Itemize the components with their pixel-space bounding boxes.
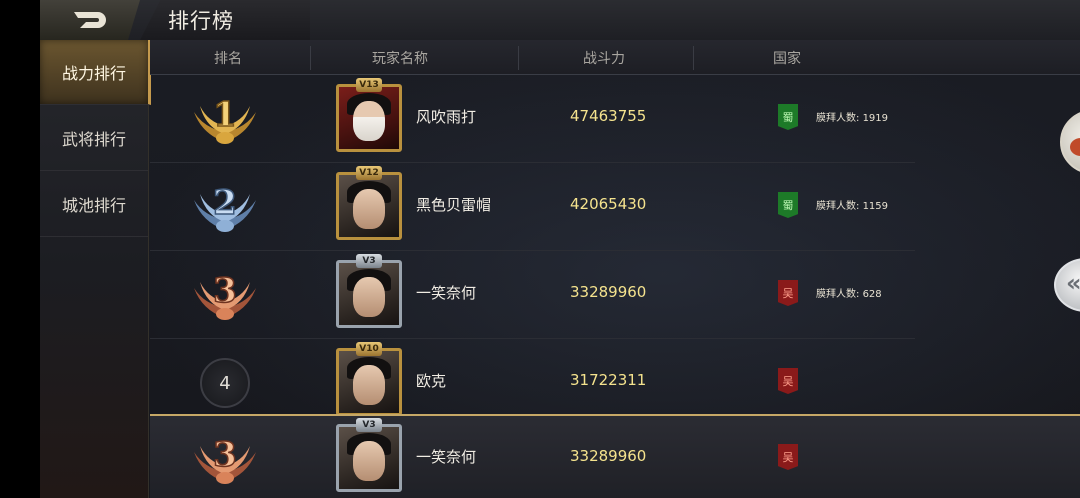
rank-number: 1 <box>213 95 237 135</box>
rank-number: 4 <box>200 358 250 408</box>
back-button[interactable] <box>40 0 140 40</box>
country-name: 吴 <box>782 451 794 464</box>
my-rank-row: 3 V3 一笑奈何 33289960 吴 <box>150 414 1080 498</box>
rank-number: 3 <box>213 271 237 311</box>
worship-count-value: 1159 <box>862 201 889 212</box>
rank-number: 2 <box>213 183 237 223</box>
table-row[interactable]: 2 V12 黑色贝雷帽 42065430 蜀 膜拜人数: 1159 <box>150 162 915 251</box>
player-power: 47463755 <box>570 107 647 125</box>
column-header-power: 战斗力 <box>583 51 625 67</box>
rank-number: 3 <box>213 435 237 475</box>
player-avatar[interactable]: V13 <box>336 78 402 152</box>
column-divider <box>518 46 519 70</box>
player-name: 欧克 <box>416 372 447 390</box>
avatar-face <box>353 189 385 229</box>
column-header-rank: 排名 <box>214 51 242 67</box>
vip-level-badge: V10 <box>356 342 382 356</box>
avatar-face <box>353 365 385 405</box>
bronze-rank-medal-icon: 3 <box>194 270 256 320</box>
vip-level-badge: V3 <box>356 418 382 432</box>
player-name: 一笑奈何 <box>416 448 477 466</box>
worship-label: 膜拜人数: <box>816 113 860 124</box>
sidebar-item-power-ranking[interactable]: 战力排行 <box>40 40 151 105</box>
country-name: 蜀 <box>782 199 794 212</box>
player-name: 风吹雨打 <box>416 108 477 126</box>
sidebar-item-general-ranking[interactable]: 武将排行 <box>40 106 148 171</box>
floating-avatar-icon <box>1070 138 1080 156</box>
vip-level-badge: V13 <box>356 78 382 92</box>
worship-count: 膜拜人数: 1919 <box>816 109 888 124</box>
avatar-face <box>353 101 385 141</box>
screen-left-edge <box>0 0 40 498</box>
table-row[interactable]: 3 V3 一笑奈何 33289960 吴 膜拜人数: 628 <box>150 250 915 339</box>
avatar-face <box>353 441 385 481</box>
player-name: 黑色贝雷帽 <box>416 196 492 214</box>
bronze-rank-medal-icon: 3 <box>194 434 256 484</box>
worship-label: 膜拜人数: <box>816 201 860 212</box>
column-divider <box>310 46 311 70</box>
avatar-face <box>353 277 385 317</box>
ranking-screen: 排行榜 战力排行 武将排行 城池排行 排名 玩家名称 战斗力 国家 1 V13 … <box>40 0 1080 498</box>
vip-level-badge: V3 <box>356 254 382 268</box>
silver-rank-medal-icon: 2 <box>194 182 256 232</box>
country-flag-icon: 吴 <box>778 280 798 306</box>
country-name: 吴 <box>782 287 794 300</box>
sidebar-item-city-ranking[interactable]: 城池排行 <box>40 172 148 237</box>
worship-count: 膜拜人数: 1159 <box>816 197 888 212</box>
ranking-category-sidebar: 战力排行 武将排行 城池排行 <box>40 40 151 498</box>
table-header: 排名 玩家名称 战斗力 国家 <box>150 40 1080 75</box>
country-flag-icon: 蜀 <box>778 104 798 130</box>
worship-label: 膜拜人数: <box>816 289 860 300</box>
player-power: 33289960 <box>570 283 647 301</box>
player-avatar[interactable]: V10 <box>336 342 402 416</box>
double-chevron-left-icon: « <box>1066 269 1080 297</box>
player-name: 一笑奈何 <box>416 284 477 302</box>
page-title: 排行榜 <box>168 9 234 33</box>
player-power: 31722311 <box>570 371 647 389</box>
gold-rank-medal-icon: 1 <box>194 94 256 144</box>
worship-count-value: 1919 <box>862 113 889 124</box>
table-row[interactable]: 1 V13 风吹雨打 47463755 蜀 膜拜人数: 1919 <box>150 74 915 163</box>
top-bar: 排行榜 <box>40 0 1080 41</box>
country-name: 吴 <box>782 375 794 388</box>
column-header-player-name: 玩家名称 <box>372 51 428 67</box>
worship-count: 膜拜人数: 628 <box>816 285 882 300</box>
country-flag-icon: 吴 <box>778 368 798 394</box>
player-avatar[interactable]: V3 <box>336 254 402 328</box>
country-flag-icon: 吴 <box>778 444 798 470</box>
back-arrow-icon <box>74 12 106 28</box>
player-power: 33289960 <box>570 447 647 465</box>
worship-count-value: 628 <box>862 289 882 300</box>
player-avatar[interactable]: V12 <box>336 166 402 240</box>
country-name: 蜀 <box>782 111 794 124</box>
player-power: 42065430 <box>570 195 647 213</box>
country-flag-icon: 蜀 <box>778 192 798 218</box>
vip-level-badge: V12 <box>356 166 382 180</box>
table-row[interactable]: 4 V10 欧克 31722311 吴 <box>150 338 915 426</box>
column-header-country: 国家 <box>773 51 801 67</box>
column-divider <box>693 46 694 70</box>
player-avatar[interactable]: V3 <box>336 418 402 492</box>
